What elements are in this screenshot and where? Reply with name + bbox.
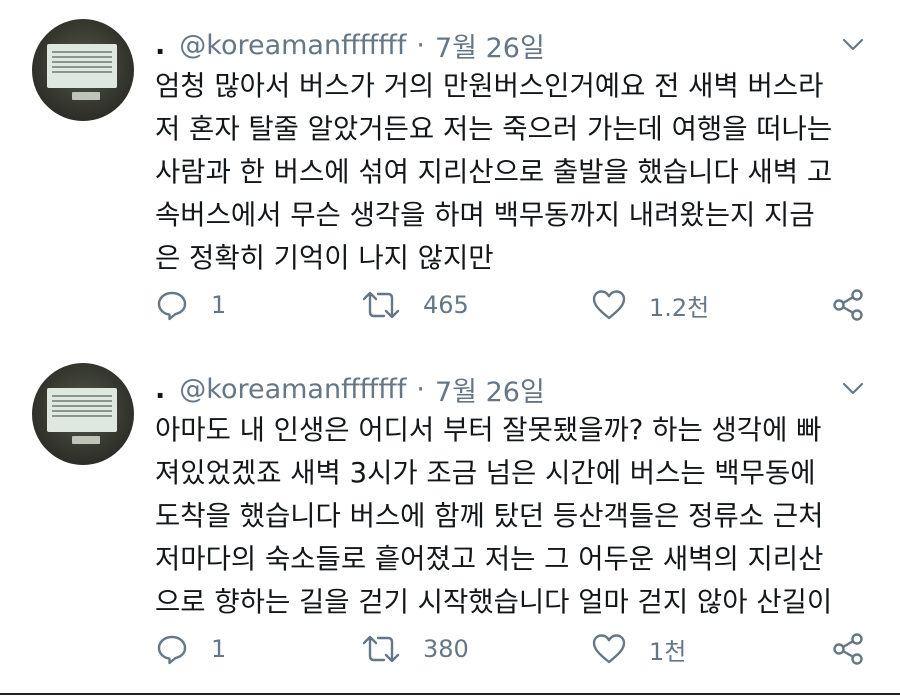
tweet-text-line: 으로 향하는 길을 걷기 시작했습니다 얼마 걷지 않아 산길이 (155, 586, 833, 618)
tweet-actions: 1 380 1천 (155, 627, 870, 671)
avatar-photo-screen (47, 44, 117, 88)
like-button[interactable]: 1.2천 (591, 283, 709, 327)
user-handle[interactable]: @koreamanfffffff (179, 30, 406, 61)
retweet-button[interactable]: 465 (361, 283, 469, 327)
tweet-text: 엄청 많아서 버스가 거의 만원버스인거예요 전 새벽 버스라 저 혼자 탈줄 … (155, 65, 870, 280)
reply-button[interactable]: 1 (155, 283, 226, 327)
user-handle[interactable]: @koreamanfffffff (179, 374, 406, 405)
tweet-text-line: 사람과 한 버스에 섞여 지리산으로 출발을 했습니다 새벽 고 (155, 156, 833, 188)
display-name[interactable]: . (155, 374, 165, 405)
tweet-text-line: 속버스에서 무슨 생각을 하며 백무동까지 내려왔는지 지금 (155, 199, 815, 231)
tweet-date[interactable]: 7월 26일 (435, 370, 545, 409)
like-button[interactable]: 1천 (591, 627, 686, 671)
share-button[interactable] (831, 627, 865, 671)
tweet-text: 아마도 내 인생은 어디서 부터 잘못됐을까? 하는 생각에 빠 져있었겠죠 새… (155, 409, 870, 624)
tweet-text-line: 저 혼자 탈줄 알았거든요 저는 죽으러 가는데 여행을 떠나는 (155, 113, 833, 145)
tweet-actions: 1 465 1.2천 (155, 283, 870, 327)
tweet-text-line: 도착을 했습니다 버스에 함께 탔던 등산객들은 정류소 근처 (155, 500, 824, 532)
tweet-date[interactable]: 7월 26일 (435, 26, 545, 65)
reply-count: 1 (211, 635, 227, 663)
tweet-text-line: 은 정확히 기억이 나지 않지만 (155, 242, 494, 274)
header-separator: · (416, 29, 425, 61)
share-icon (833, 289, 863, 321)
reply-count: 1 (211, 291, 227, 319)
chevron-down-icon[interactable] (840, 375, 866, 401)
tweet-text-line: 아마도 내 인생은 어디서 부터 잘못됐을까? 하는 생각에 빠 (155, 414, 822, 446)
header-separator: · (416, 373, 425, 405)
user-avatar[interactable] (32, 363, 134, 465)
avatar-photo-base (72, 92, 100, 100)
like-count: 1.2천 (649, 293, 710, 322)
tweet-text-line: 저마다의 숙소들로 흩어졌고 저는 그 어두운 새벽의 지리산 (155, 543, 824, 575)
user-avatar[interactable] (32, 19, 134, 121)
avatar-photo-screen (47, 388, 117, 432)
tweet-header: . @koreamanfffffff · 7월 26일 (155, 25, 870, 65)
tweet-text-line: 엄청 많아서 버스가 거의 만원버스인거예요 전 새벽 버스라 (155, 70, 824, 102)
reply-icon (157, 635, 187, 665)
chevron-down-icon[interactable] (840, 31, 866, 57)
heart-icon (592, 634, 626, 664)
avatar-photo-base (72, 436, 100, 444)
display-name[interactable]: . (155, 30, 165, 61)
retweet-icon (362, 635, 400, 663)
share-button[interactable] (831, 283, 865, 327)
like-count: 1천 (649, 637, 687, 666)
share-icon (833, 633, 863, 665)
retweet-icon (362, 291, 400, 319)
tweet-text-line: 져있었겠죠 새벽 3시가 조금 넘은 시간에 버스는 백무동에 (155, 457, 816, 489)
reply-icon (157, 291, 187, 321)
heart-icon (592, 290, 626, 320)
retweet-count: 380 (423, 635, 469, 663)
retweet-button[interactable]: 380 (361, 627, 469, 671)
tweet[interactable]: . @koreamanfffffff · 7월 26일 아마도 내 인생은 어디… (0, 344, 900, 695)
tweet[interactable]: . @koreamanfffffff · 7월 26일 엄청 많아서 버스가 거… (0, 0, 900, 344)
reply-button[interactable]: 1 (155, 627, 226, 671)
retweet-count: 465 (423, 291, 469, 319)
tweet-header: . @koreamanfffffff · 7월 26일 (155, 369, 870, 409)
